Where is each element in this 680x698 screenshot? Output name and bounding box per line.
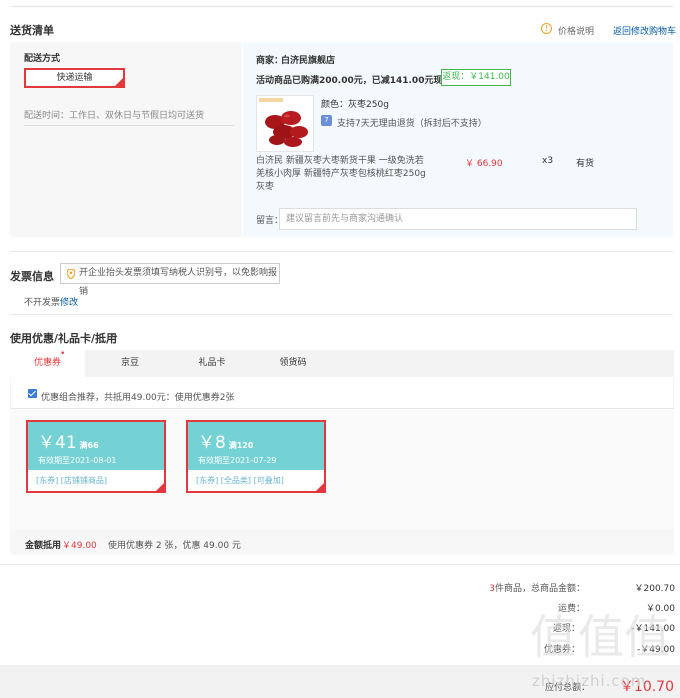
coupon-tags: [东券] [全品类] [可叠加] — [196, 476, 284, 485]
watermark-site: zhizhizhi.com — [532, 672, 647, 690]
color-value: 灰枣250g — [348, 100, 389, 110]
merchant-name[interactable]: 白济民旗舰店 — [281, 53, 335, 66]
watermark-logo-char: 值 — [624, 610, 670, 664]
memo-input[interactable]: 建议留言前先与商家沟通确认 — [279, 208, 637, 230]
price-info-link[interactable]: 价格说明 — [558, 24, 594, 37]
product-price: ￥ 66.90 — [465, 159, 503, 169]
product-qty: x3 — [542, 156, 554, 166]
delivery-divider — [10, 251, 673, 252]
deduct-value: ￥49.00 — [62, 541, 97, 551]
color-label-text: 颜色： — [321, 100, 349, 110]
goods-total: ￥200.70 — [634, 584, 676, 594]
selected-corner-icon — [154, 481, 166, 493]
tab-dot-icon: • — [60, 349, 66, 359]
coupon-condition: 满66 — [79, 441, 99, 450]
return-policy: 支持7天无理由退货（拆封后不支持） — [337, 119, 487, 129]
top-divider — [10, 6, 673, 7]
invoice-tip: 开企业抬头发票须填写纳税人识别号，以免影响报销 — [60, 263, 280, 297]
warning-icon: ! — [541, 23, 552, 34]
coupon-condition: 满120 — [228, 441, 254, 450]
combo-text: 优惠组合推荐，共抵用49.00元：使用优惠券2张 — [41, 393, 235, 403]
tab-coupons[interactable]: 优惠券 • — [10, 349, 85, 377]
watermark-logo-char: 值 — [530, 610, 576, 664]
shipping-method-value: 快递运输 — [56, 73, 93, 83]
deduct-detail: 使用优惠券 2 张，优惠 49.00 元 — [108, 541, 241, 551]
product-image[interactable] — [256, 95, 314, 152]
back-to-cart-link[interactable]: 返回修改购物车 — [613, 24, 676, 37]
tab-gift-card[interactable]: 礼品卡 — [182, 350, 242, 377]
merchant-label: 商家： — [256, 56, 284, 66]
coupon-card[interactable]: ￥41 满66 有效期至2021-08-01 [东券] [店铺铺商品] — [26, 420, 166, 493]
selected-corner-icon — [115, 78, 123, 86]
shipping-method-label: 配送方式 — [24, 54, 61, 64]
summary-divider — [0, 564, 680, 565]
product-name[interactable]: 白济民 新疆灰枣大枣新货干果 一级免洗若羌核小肉厚 新疆特产灰枣包核桃红枣250… — [256, 155, 428, 194]
coupon-expiry: 有效期至2021-08-01 — [38, 456, 117, 465]
invoice-title: 发票信息 — [10, 270, 54, 283]
watermark-logo: 值 值 值 — [530, 610, 670, 664]
coupon-tabs: 优惠券 • 京豆 礼品卡 领货码 — [10, 349, 674, 377]
promo-text: 活动商品已购满200.00元，已减141.00元现金 — [256, 76, 452, 86]
summary-count-row: 3件商品，总商品金额： — [440, 581, 585, 594]
shipping-method-button[interactable]: 快递运输 — [24, 68, 125, 88]
return-policy-icon: 7 — [321, 115, 332, 126]
deduct-label: 金额抵用 — [25, 541, 62, 551]
shipping-divider — [24, 125, 234, 126]
summary-count-suffix: 件商品，总商品金额： — [494, 584, 585, 594]
tab-claim-code[interactable]: 领货码 — [263, 350, 323, 377]
selected-corner-icon — [314, 481, 326, 493]
delivery-title: 送货清单 — [10, 24, 54, 37]
tab-jingdou[interactable]: 京豆 — [100, 350, 160, 377]
location-pin-icon — [66, 268, 76, 280]
rebate-badge: 返现：￥141.00 — [441, 69, 511, 86]
watermark-logo-char: 值 — [578, 610, 624, 664]
coupon-tags: [东券] [店铺铺商品] — [36, 476, 108, 485]
color-label: 颜色：灰枣250g — [321, 97, 389, 110]
coupon-expiry: 有效期至2021-07-29 — [198, 456, 277, 465]
chevron-up-icon[interactable] — [110, 331, 118, 339]
combo-checkbox[interactable] — [28, 389, 37, 398]
coupon-amount: ￥8 — [198, 433, 226, 453]
tab-coupons-label: 优惠券 — [33, 358, 61, 368]
invoice-status: 不开发票 — [24, 298, 61, 308]
coupon-amount: ￥41 — [38, 433, 77, 453]
invoice-divider — [10, 314, 673, 315]
invoice-edit-link[interactable]: 修改 — [60, 295, 78, 308]
product-stock: 有货 — [576, 159, 595, 169]
invoice-tip-text: 开企业抬头发票须填写纳税人识别号，以免影响报销 — [79, 268, 278, 297]
delivery-time: 配送时间：工作日、双休日与节假日均可送货 — [24, 111, 205, 121]
coupon-card[interactable]: ￥8 满120 有效期至2021-07-29 [东券] [全品类] [可叠加] — [186, 420, 326, 493]
